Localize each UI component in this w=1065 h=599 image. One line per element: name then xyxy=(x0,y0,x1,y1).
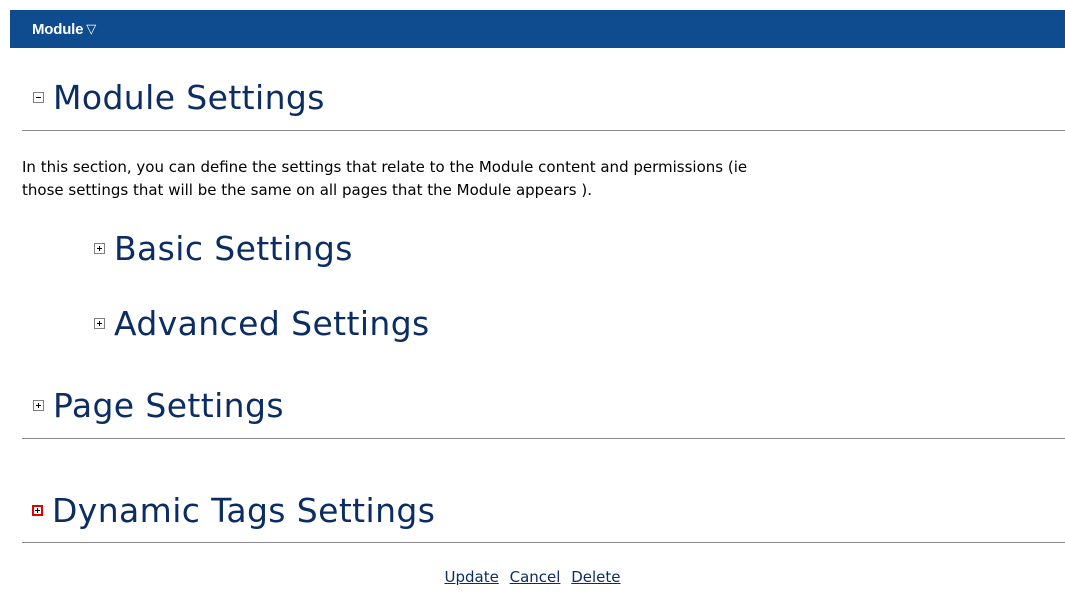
section-divider xyxy=(22,130,1065,131)
update-link[interactable]: Update xyxy=(444,568,498,586)
expand-icon[interactable] xyxy=(32,504,43,516)
expand-icon[interactable] xyxy=(94,242,105,254)
module-settings-description: In this section, you can define the sett… xyxy=(22,156,1065,202)
cancel-link[interactable]: Cancel xyxy=(510,568,561,586)
description-line-2: those settings that will be the same on … xyxy=(22,181,592,199)
basic-settings-title[interactable]: Basic Settings xyxy=(114,232,353,265)
module-menu-title[interactable]: Module xyxy=(32,21,83,38)
triangle-down-icon[interactable]: ▽ xyxy=(86,23,96,36)
advanced-settings-header[interactable]: Advanced Settings xyxy=(94,300,430,346)
delete-link[interactable]: Delete xyxy=(571,568,620,586)
page-settings-title[interactable]: Page Settings xyxy=(53,389,284,422)
advanced-settings-title[interactable]: Advanced Settings xyxy=(114,307,430,340)
expand-icon[interactable] xyxy=(94,317,105,329)
module-menu-bar[interactable]: Module ▽ xyxy=(10,10,1065,48)
expand-icon[interactable] xyxy=(33,399,44,411)
dynamic-tags-settings-title[interactable]: Dynamic Tags Settings xyxy=(52,494,435,527)
collapse-icon[interactable] xyxy=(33,91,44,103)
description-line-1: In this section, you can define the sett… xyxy=(22,158,748,176)
module-settings-header[interactable]: Module Settings xyxy=(33,74,325,120)
basic-settings-header[interactable]: Basic Settings xyxy=(94,225,353,271)
page-settings-header[interactable]: Page Settings xyxy=(33,382,284,428)
section-divider xyxy=(22,438,1065,439)
section-divider xyxy=(22,542,1065,543)
dynamic-tags-settings-header[interactable]: Dynamic Tags Settings xyxy=(32,487,435,533)
module-settings-title[interactable]: Module Settings xyxy=(53,81,325,114)
action-links: Update Cancel Delete xyxy=(0,567,1065,587)
